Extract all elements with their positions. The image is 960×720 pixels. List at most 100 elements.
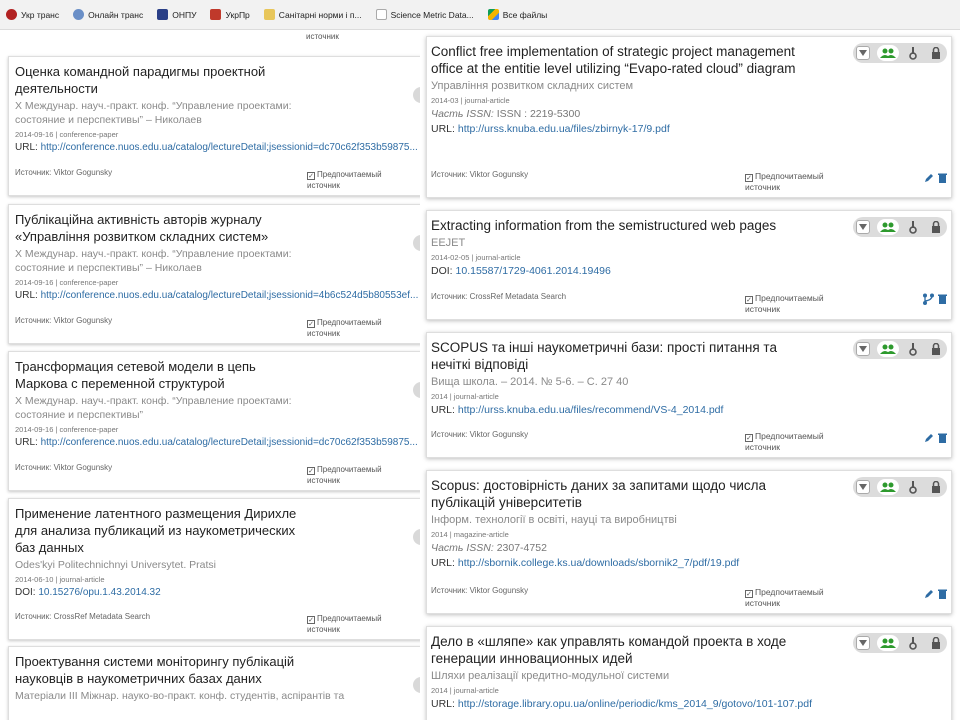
- private-visibility-button[interactable]: [928, 635, 944, 651]
- everyone-visibility-button[interactable]: [876, 635, 899, 651]
- preferred-source[interactable]: ✓ Предпочитаемый источник: [745, 431, 845, 453]
- work-source: Источник: CrossRef Metadata Search: [15, 612, 151, 621]
- work-title[interactable]: Scopus: достовірність даних за запитами …: [431, 477, 811, 511]
- work-issn: Часть ISSN: 2307-4752: [431, 542, 547, 554]
- work-title[interactable]: Трансформация сетевой модели в цепь Марк…: [15, 358, 305, 392]
- bookmark-ukrtrans[interactable]: Укр транс: [6, 9, 59, 20]
- trash-icon[interactable]: [938, 173, 947, 183]
- card-actions: [922, 293, 947, 305]
- work-url-link[interactable]: http://urss.knuba.edu.ua/files/zbirnyk-1…: [458, 123, 670, 135]
- limited-visibility-button[interactable]: [905, 341, 921, 357]
- private-visibility-button[interactable]: [928, 479, 944, 495]
- work-url-link[interactable]: http://sbornik.college.ks.ua/downloads/s…: [458, 557, 739, 569]
- group-icon: [879, 638, 896, 648]
- work-url: URL: http://conference.nuos.edu.ua/catal…: [15, 290, 419, 301]
- work-title[interactable]: SCOPUS та інші наукометричні бази: прост…: [431, 339, 811, 373]
- private-visibility-button[interactable]: [928, 219, 944, 235]
- limited-visibility-button[interactable]: [905, 219, 921, 235]
- bookmark-sanitary[interactable]: Санітарні норми і п...: [263, 9, 362, 20]
- work-journal: Матеріали III Міжнар. науко-во-практ. ко…: [15, 690, 345, 702]
- work-url-link[interactable]: http://storage.library.opu.ua/online/per…: [458, 698, 812, 710]
- preferred-source[interactable]: ✓ Предпочитаемый источник: [307, 464, 407, 486]
- work-url: URL: http://conference.nuos.edu.ua/catal…: [15, 142, 418, 153]
- merge-icon[interactable]: [922, 293, 934, 305]
- everyone-visibility-button[interactable]: [876, 479, 899, 495]
- edit-pencil-icon[interactable]: [924, 173, 934, 183]
- work-doi: DOI: 10.15587/1729-4061.2014.19496: [431, 265, 611, 277]
- preferred-source[interactable]: ✓ Предпочитаемый источник: [307, 317, 407, 339]
- work-url: URL: http://urss.knuba.edu.ua/files/reco…: [431, 404, 724, 416]
- google-drive-icon: [487, 9, 499, 20]
- bookmark-ukrpr[interactable]: УкрПр: [210, 9, 250, 20]
- work-date-type: 2014 | magazine-article: [431, 530, 509, 539]
- work-title[interactable]: Применение латентного размещения Дирихле…: [15, 505, 305, 556]
- card-actions: [924, 433, 947, 443]
- preferred-source-partial: источник: [306, 32, 339, 41]
- work-url-link[interactable]: http://conference.nuos.edu.ua/catalog/le…: [41, 437, 418, 448]
- edit-pencil-icon[interactable]: [924, 589, 934, 599]
- work-url-link[interactable]: http://conference.nuos.edu.ua/catalog/le…: [41, 290, 419, 301]
- lock-icon: [931, 637, 940, 649]
- bookmark-online-translate[interactable]: Онлайн транс: [73, 9, 143, 20]
- work-title[interactable]: Проектування системи моніторингу публіка…: [15, 653, 305, 687]
- trash-icon[interactable]: [938, 433, 947, 443]
- limited-visibility-button[interactable]: [905, 635, 921, 651]
- card-actions: [924, 589, 947, 599]
- work-issn: Часть ISSN: ISSN : 2219-5300: [431, 108, 581, 120]
- folder-icon: [263, 9, 275, 20]
- work-card: SCOPUS та інші наукометричні бази: прост…: [426, 332, 952, 458]
- bookmark-science-metric[interactable]: Science Metric Data...: [375, 9, 474, 20]
- preferred-source[interactable]: ✓ Предпочитаемый источник: [745, 171, 845, 193]
- work-card: Conflict free implementation of strategi…: [426, 36, 952, 198]
- privacy-toolbar: [853, 477, 947, 497]
- ukrpr-icon: [210, 9, 222, 20]
- work-url-link[interactable]: http://urss.knuba.edu.ua/files/recommend…: [458, 404, 724, 416]
- work-title[interactable]: Публікаційна активність авторів журналу …: [15, 211, 305, 245]
- privacy-toolbar: [853, 43, 947, 63]
- work-source: Источник: Viktor Gogunsky: [431, 586, 529, 595]
- lock-icon: [931, 343, 940, 355]
- work-journal: X Междунар. науч.-практ. конф. “Управлен…: [15, 395, 292, 421]
- dropdown-button[interactable]: [856, 342, 871, 356]
- key-icon: [909, 221, 918, 234]
- work-url-link[interactable]: http://conference.nuos.edu.ua/catalog/le…: [41, 142, 418, 153]
- trash-icon[interactable]: [938, 589, 947, 599]
- preferred-source[interactable]: ✓ Предпочитаемый источник: [745, 587, 845, 609]
- limited-visibility-button[interactable]: [905, 45, 921, 61]
- work-date-type: 2014-09-16 | conference-paper: [15, 278, 119, 287]
- everyone-visibility-button[interactable]: [876, 341, 899, 357]
- key-icon: [909, 47, 918, 60]
- dropdown-button[interactable]: [856, 636, 871, 650]
- work-title[interactable]: Conflict free implementation of strategi…: [431, 43, 811, 77]
- work-doi-link[interactable]: 10.15587/1729-4061.2014.19496: [456, 265, 611, 277]
- everyone-visibility-button[interactable]: [876, 45, 899, 61]
- dropdown-button[interactable]: [856, 480, 871, 494]
- work-source: Источник: CrossRef Metadata Search: [431, 292, 567, 301]
- work-title[interactable]: Extracting information from the semistru…: [431, 217, 811, 234]
- dropdown-button[interactable]: [856, 46, 871, 60]
- work-card: Публікаційна активність авторів журналу …: [8, 204, 424, 344]
- works-list-right: Conflict free implementation of strategi…: [420, 30, 960, 720]
- bookmark-onpu[interactable]: ОНПУ: [157, 9, 196, 20]
- work-date-type: 2014-09-16 | conference-paper: [15, 130, 119, 139]
- private-visibility-button[interactable]: [928, 45, 944, 61]
- dropdown-button[interactable]: [856, 220, 871, 234]
- work-title[interactable]: Оценка командной парадигмы проектной дея…: [15, 63, 305, 97]
- work-url: URL: http://sbornik.college.ks.ua/downlo…: [431, 557, 740, 569]
- work-title[interactable]: Дело в «шляпе» как управлять командой пр…: [431, 633, 811, 667]
- work-card: Применение латентного размещения Дирихле…: [8, 498, 424, 640]
- trash-icon[interactable]: [938, 294, 947, 304]
- preferred-source[interactable]: ✓ Предпочитаемый источник: [307, 169, 407, 191]
- private-visibility-button[interactable]: [928, 341, 944, 357]
- preferred-source[interactable]: ✓ Предпочитаемый источник: [307, 613, 407, 635]
- group-icon: [879, 48, 896, 58]
- work-url-link[interactable]: 10.15276/opu.1.43.2014.32: [38, 587, 160, 598]
- key-icon: [909, 637, 918, 650]
- check-icon: ✓: [745, 296, 753, 304]
- preferred-source[interactable]: ✓ Предпочитаемый источник: [745, 293, 845, 315]
- everyone-visibility-button[interactable]: [876, 219, 899, 235]
- check-icon: ✓: [745, 590, 753, 598]
- limited-visibility-button[interactable]: [905, 479, 921, 495]
- edit-pencil-icon[interactable]: [924, 433, 934, 443]
- bookmark-all-files[interactable]: Все файлы: [487, 9, 547, 20]
